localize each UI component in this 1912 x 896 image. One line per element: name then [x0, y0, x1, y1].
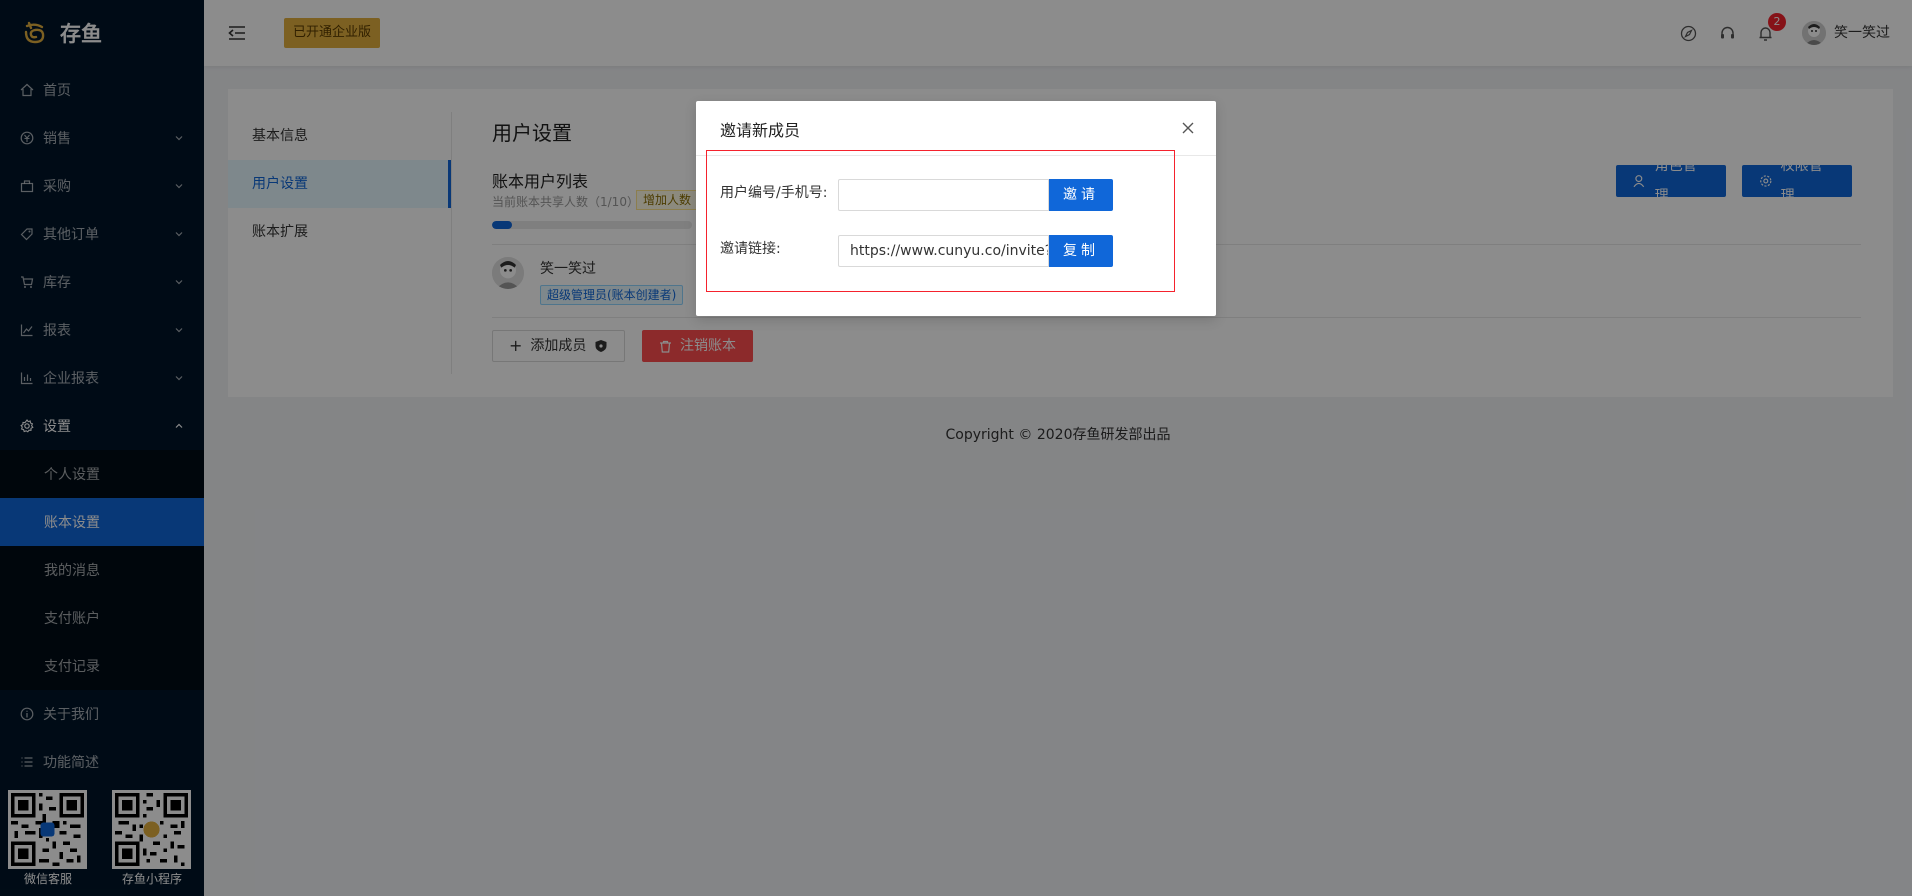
invite-link-input[interactable]: https://www.cunyu.co/invite?cc — [838, 235, 1049, 267]
invite-link-label: 邀请链接: — [720, 241, 781, 257]
highlight-box — [706, 150, 1175, 292]
invite-button[interactable]: 邀请 — [1049, 179, 1113, 211]
modal-title: 邀请新成员 — [720, 121, 801, 140]
close-icon[interactable] — [1180, 120, 1196, 136]
copy-button[interactable]: 复制 — [1049, 235, 1113, 267]
invite-member-modal: 邀请新成员 用户编号/手机号: 邀请 邀请链接: https://www.cun… — [696, 101, 1216, 316]
modal-header: 邀请新成员 — [696, 101, 1216, 156]
user-id-label: 用户编号/手机号: — [720, 185, 828, 201]
user-id-input[interactable] — [838, 179, 1049, 211]
